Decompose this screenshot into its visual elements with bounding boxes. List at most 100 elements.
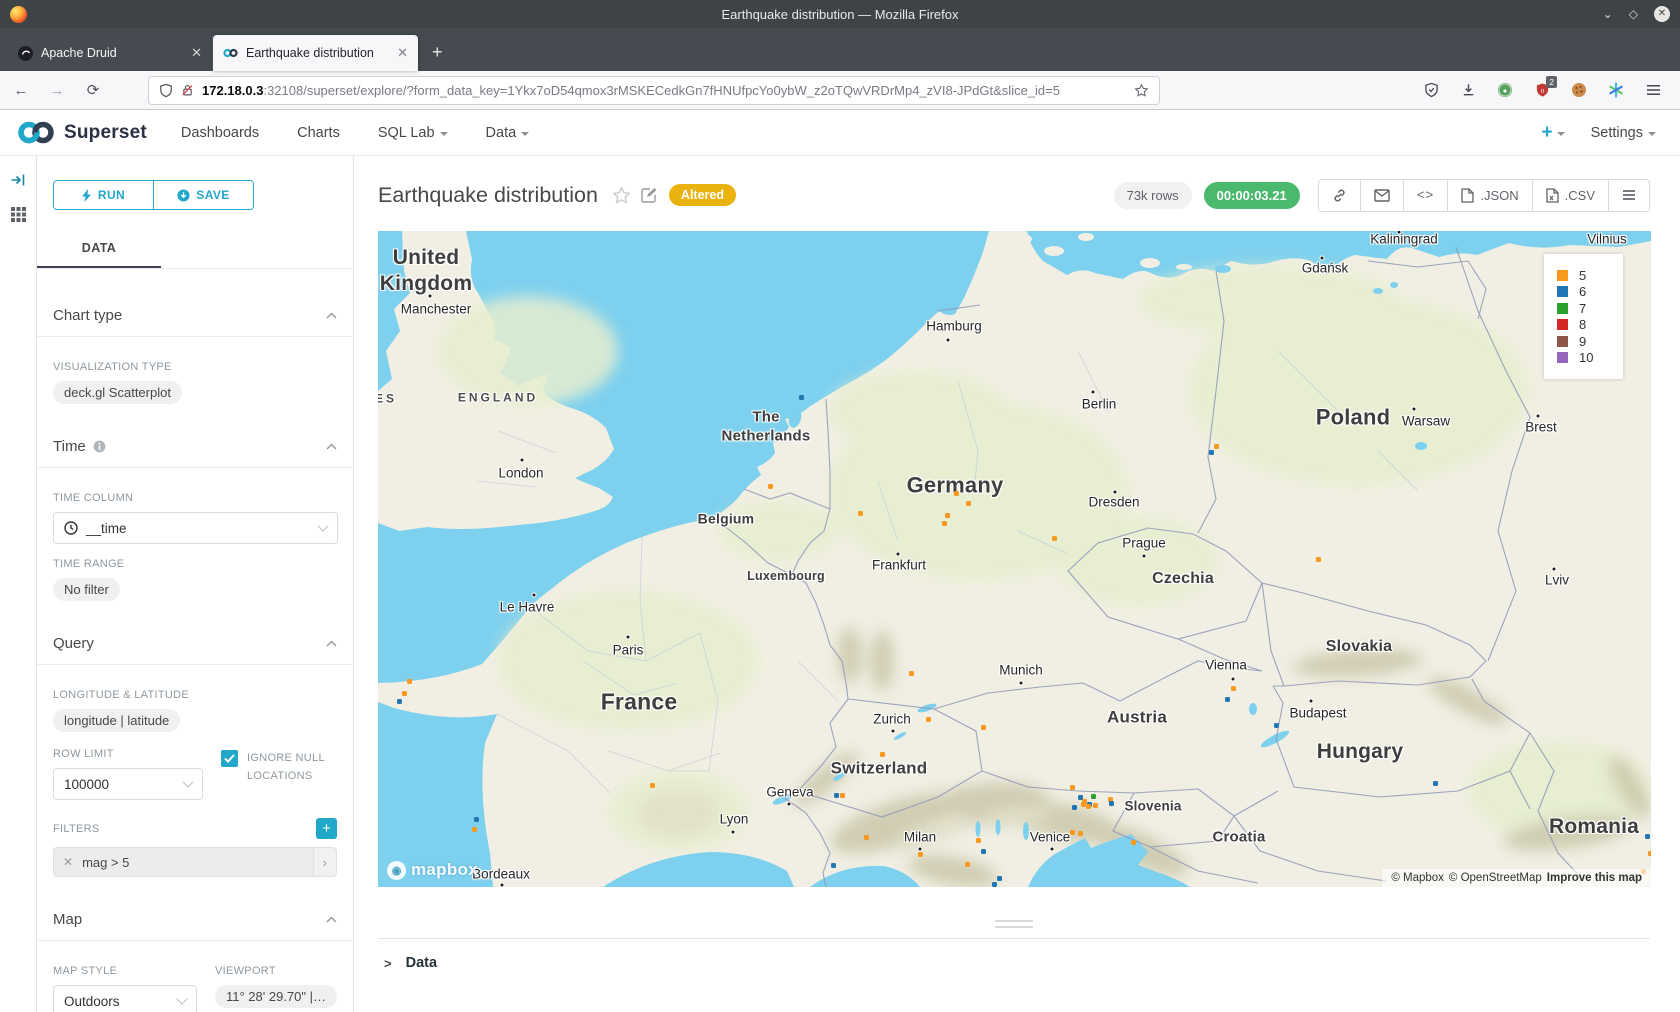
- add-filter-button[interactable]: +: [316, 818, 337, 839]
- lock-insecure-icon[interactable]: [181, 83, 194, 97]
- legend-row[interactable]: 6: [1557, 284, 1623, 301]
- download-icon[interactable]: [1459, 81, 1477, 99]
- forward-icon[interactable]: →: [48, 82, 66, 99]
- superset-favicon-icon: [223, 46, 238, 61]
- shield-icon[interactable]: [159, 83, 173, 98]
- menu-hamburger-icon[interactable]: [1644, 81, 1662, 99]
- ignore-null-checkbox[interactable]: [221, 750, 238, 767]
- attribution-osm[interactable]: © OpenStreetMap: [1449, 872, 1542, 884]
- map-city-label: Venice: [1030, 830, 1071, 847]
- expand-filter-icon[interactable]: ›: [313, 848, 336, 876]
- legend-label: 7: [1579, 301, 1586, 316]
- mapbox-logo[interactable]: ◉ mapbox: [387, 860, 478, 880]
- section-map[interactable]: Map: [53, 911, 337, 928]
- section-chart-type[interactable]: Chart type: [53, 307, 337, 324]
- legend-row[interactable]: 9: [1557, 333, 1623, 350]
- nav-dashboards[interactable]: Dashboards: [181, 125, 259, 141]
- save-button[interactable]: SAVE: [153, 181, 253, 209]
- run-button[interactable]: RUN: [54, 181, 153, 209]
- panel-resize-handle[interactable]: [995, 920, 1033, 928]
- superset-logo[interactable]: Superset: [16, 120, 147, 145]
- privacy-badger-icon[interactable]: [1496, 81, 1514, 99]
- data-point: [799, 395, 804, 400]
- section-time[interactable]: Time: [53, 438, 337, 455]
- dataset-grid-icon[interactable]: [10, 206, 27, 223]
- cookie-icon[interactable]: [1570, 81, 1588, 99]
- filter-chip[interactable]: ✕ mag > 5 ›: [53, 847, 337, 877]
- window-close-icon[interactable]: ✕: [1654, 6, 1670, 22]
- data-point: [1070, 785, 1075, 790]
- favorite-star-icon[interactable]: [612, 186, 631, 205]
- collapse-panel-icon[interactable]: [10, 172, 26, 188]
- email-button[interactable]: [1360, 180, 1403, 211]
- data-results-panel[interactable]: > Data: [378, 938, 1650, 971]
- remove-filter-icon[interactable]: ✕: [54, 855, 82, 869]
- map-style-select[interactable]: Outdoors: [53, 985, 197, 1012]
- add-new-button[interactable]: +: [1541, 122, 1564, 144]
- legend-swatch-icon: [1557, 336, 1568, 347]
- map-city-dot: [918, 847, 923, 852]
- viewport-value[interactable]: 11° 28' 29.70" | 50...: [215, 985, 337, 1008]
- map-city-dot: [1050, 847, 1055, 852]
- chevron-up-icon: [326, 312, 337, 319]
- row-limit-select[interactable]: 100000: [53, 768, 203, 800]
- section-query[interactable]: Query: [53, 635, 337, 652]
- back-icon[interactable]: ←: [12, 82, 30, 99]
- tab-close-icon[interactable]: ✕: [191, 45, 202, 61]
- tab-earthquake-distribution[interactable]: Earthquake distribution ✕: [213, 35, 418, 71]
- map-city-label: Prague: [1122, 536, 1166, 553]
- data-point: [650, 783, 655, 788]
- tab-close-icon[interactable]: ✕: [397, 45, 408, 61]
- attribution-mapbox[interactable]: © Mapbox: [1391, 872, 1444, 884]
- data-point: [942, 521, 947, 526]
- legend-row[interactable]: 5: [1557, 267, 1623, 284]
- url-bar[interactable]: 172.18.0.3:32108/superset/explore/?form_…: [148, 76, 1160, 105]
- edit-properties-icon[interactable]: [641, 187, 657, 203]
- nav-charts[interactable]: Charts: [297, 125, 340, 141]
- panel-tabs: DATA: [37, 232, 353, 269]
- ublock-icon[interactable]: u 2: [1533, 81, 1551, 99]
- embed-code-button[interactable]: <>: [1403, 180, 1448, 211]
- query-timer-badge: 00:00:03.21: [1204, 182, 1300, 209]
- nav-sql-lab[interactable]: SQL Lab: [378, 125, 448, 141]
- lonlat-value[interactable]: longitude | latitude: [53, 709, 180, 732]
- window-minimize-icon[interactable]: ⌄: [1603, 8, 1613, 20]
- deckgl-map[interactable]: United KingdomFranceGermanyPolandHungary…: [378, 231, 1651, 887]
- map-city-dot: [500, 883, 505, 888]
- new-tab-button[interactable]: +: [418, 42, 457, 71]
- data-point: [880, 752, 885, 757]
- time-range-value[interactable]: No filter: [53, 578, 120, 601]
- more-options-icon[interactable]: [1608, 180, 1649, 211]
- tab-apache-druid[interactable]: Apache Druid ✕: [8, 35, 213, 71]
- pocket-shield-icon[interactable]: [1422, 81, 1440, 99]
- export-csv-button[interactable]: .CSV: [1532, 180, 1608, 211]
- nav-data[interactable]: Data: [486, 125, 530, 141]
- map-city-dot: [1231, 677, 1236, 682]
- attribution-improve-link[interactable]: Improve this map: [1547, 872, 1642, 884]
- tab-data[interactable]: DATA: [37, 232, 161, 268]
- data-point: [1274, 723, 1279, 728]
- copy-link-button[interactable]: [1319, 180, 1360, 211]
- settings-menu[interactable]: Settings: [1591, 125, 1656, 141]
- ublock-badge: 2: [1546, 76, 1557, 88]
- row-count-badge: 73k rows: [1114, 182, 1192, 209]
- map-attribution: © Mapbox © OpenStreetMap Improve this ma…: [1382, 869, 1651, 887]
- legend-row[interactable]: 8: [1557, 317, 1623, 334]
- chevron-up-icon: [326, 443, 337, 450]
- export-json-button[interactable]: .JSON: [1447, 180, 1531, 211]
- window-maximize-icon[interactable]: ◇: [1629, 8, 1638, 20]
- map-city-dot: [428, 294, 433, 299]
- left-icon-rail: [0, 156, 37, 1012]
- expand-chevron-icon[interactable]: >: [384, 956, 392, 971]
- reload-icon[interactable]: ⟳: [84, 81, 102, 99]
- tab-label: Earthquake distribution: [246, 46, 389, 60]
- data-point: [1093, 803, 1098, 808]
- bookmark-star-icon[interactable]: [1134, 83, 1149, 98]
- legend-swatch-icon: [1557, 286, 1568, 297]
- sparkle-extension-icon[interactable]: [1607, 81, 1625, 99]
- legend-row[interactable]: 7: [1557, 300, 1623, 317]
- legend-row[interactable]: 10: [1557, 350, 1623, 367]
- time-column-select[interactable]: __time: [53, 512, 338, 544]
- viz-type-value[interactable]: deck.gl Scatterplot: [53, 381, 182, 404]
- viz-type-label: VISUALIZATION TYPE: [53, 361, 337, 373]
